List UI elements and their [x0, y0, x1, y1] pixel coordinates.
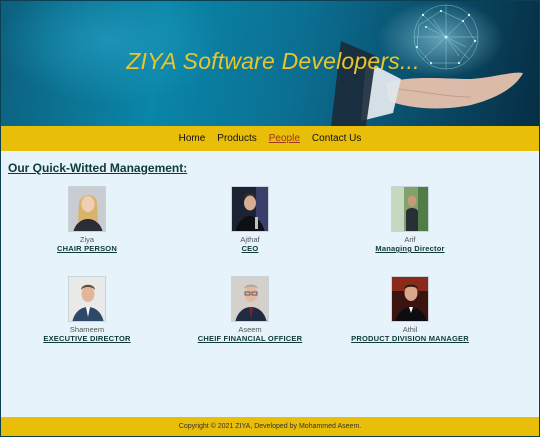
- nav-contact-link[interactable]: Contact Us: [312, 133, 361, 144]
- member-card: Shameem EXECUTIVE DIRECTOR: [1, 276, 177, 343]
- member-photo: [391, 186, 429, 232]
- nav-people-link[interactable]: People: [269, 133, 300, 144]
- member-name: Aseem: [238, 325, 262, 334]
- member-card: Ajthaf CEO: [160, 186, 340, 253]
- person-avatar-icon: [392, 187, 428, 231]
- member-card: Aseem CHEIF FINANCIAL OFFICER: [160, 276, 340, 343]
- member-photo: [231, 276, 269, 322]
- person-avatar-icon: [232, 187, 268, 231]
- header-banner: ZIYA Software Developers...: [1, 1, 539, 126]
- site-title: ZIYA Software Developers...: [126, 48, 420, 74]
- member-role: Managing Director: [375, 244, 445, 253]
- member-name: Ziya: [79, 235, 95, 244]
- member-photo: [391, 276, 429, 322]
- footer: Copyright © 2021 ZIYA, Developed by Moha…: [1, 417, 539, 436]
- copyright-text: Copyright © 2021 ZIYA, Developed by Moha…: [178, 423, 362, 430]
- nav-products-link[interactable]: Products: [217, 133, 256, 144]
- member-name: Athil: [402, 325, 418, 334]
- member-role: CEO: [241, 244, 259, 253]
- nav-home-link[interactable]: Home: [179, 133, 206, 144]
- member-name: Shameem: [69, 325, 105, 334]
- member-photo: [68, 276, 106, 322]
- page: ZIYA Software Developers... Home Product…: [0, 0, 540, 437]
- person-avatar-icon: [392, 277, 428, 321]
- person-avatar-icon: [69, 187, 105, 231]
- person-avatar-icon: [232, 277, 268, 321]
- member-card: Ziya CHAIR PERSON: [1, 186, 177, 253]
- member-role: CHAIR PERSON: [57, 244, 117, 253]
- member-photo: [231, 186, 269, 232]
- member-role: PRODUCT DIVISION MANAGER: [351, 334, 469, 343]
- management-heading: Our Quick-Witted Management:: [8, 161, 188, 175]
- member-name: Ajthaf: [240, 235, 260, 244]
- main-nav: Home Products People Contact Us: [1, 126, 539, 151]
- member-card: Athil PRODUCT DIVISION MANAGER: [320, 276, 500, 343]
- member-role: CHEIF FINANCIAL OFFICER: [197, 334, 303, 343]
- member-name: Arif: [404, 235, 416, 244]
- member-card: Arif Managing Director: [320, 186, 500, 253]
- member-photo: [68, 186, 106, 232]
- person-avatar-icon: [69, 277, 105, 321]
- member-role: EXECUTIVE DIRECTOR: [43, 334, 131, 343]
